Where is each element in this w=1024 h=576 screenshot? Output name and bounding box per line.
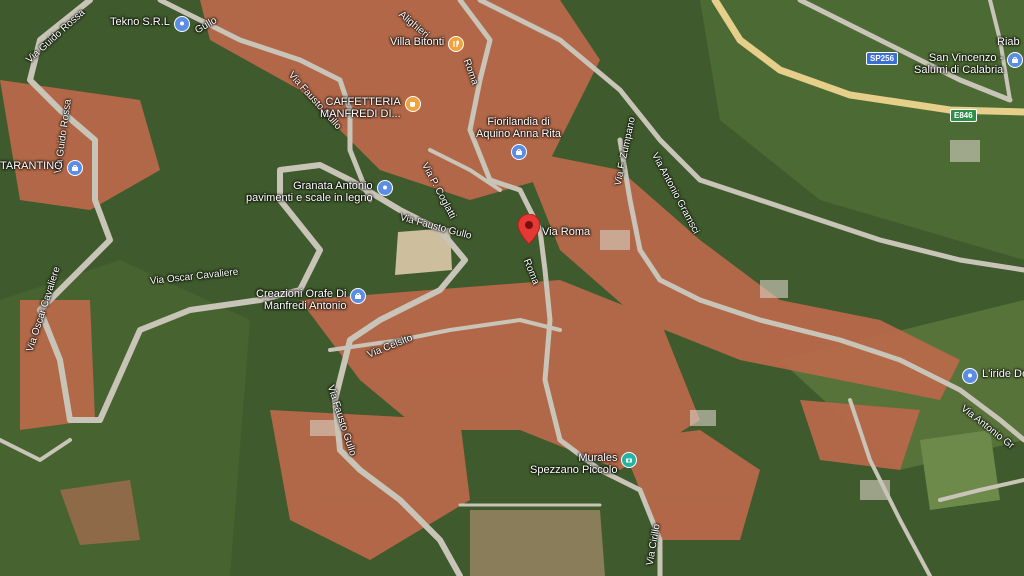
poi-label: Tekno S.R.L — [110, 16, 170, 28]
poi-label: Murales Spezzano Piccolo — [530, 452, 618, 476]
poi-granata[interactable]: Granata Antonio pavimenti e scale in leg… — [246, 180, 393, 204]
poi-label: Fiorilandia di Aquino Anna Rita — [476, 116, 562, 140]
shopping-bag-icon — [510, 144, 527, 160]
poi-label: L'iride De — [982, 368, 1024, 380]
route-shield-sp256: SP256 — [866, 52, 899, 65]
shopping-bag-icon — [66, 160, 83, 176]
location-pin-icon — [962, 368, 978, 384]
poi-caffetteria[interactable]: CAFFETTERIA MANFREDI DI... — [320, 96, 421, 120]
red-location-pin-icon[interactable] — [517, 213, 541, 249]
poi-riab[interactable]: Riab — [997, 36, 1020, 48]
poi-label: Riab — [997, 36, 1020, 48]
poi-murales[interactable]: Murales Spezzano Piccolo — [530, 452, 638, 476]
poi-san-vincenzo[interactable]: San Vincenzo - Salumi di Calabria — [914, 52, 1024, 76]
cafe-icon — [404, 96, 421, 112]
map-imagery — [0, 0, 1024, 576]
poi-label: CAFFETTERIA MANFREDI DI... — [320, 96, 401, 120]
poi-tarantino[interactable]: TARANTINO — [0, 160, 83, 176]
poi-fiorilandia[interactable]: Fiorilandia di Aquino Anna Rita — [476, 116, 561, 160]
poi-label: Creazioni Orafe Di Manfredi Antonio — [256, 288, 347, 312]
poi-label: San Vincenzo - Salumi di Calabria — [914, 52, 1004, 76]
poi-label: TARANTINO — [0, 160, 63, 172]
poi-creazioni[interactable]: Creazioni Orafe Di Manfredi Antonio — [256, 288, 367, 312]
poi-label: Granata Antonio pavimenti e scale in leg… — [246, 180, 373, 204]
location-pin-icon — [173, 16, 190, 32]
satellite-map[interactable]: Via Guido Rossa Via Guido Rossa Via Faus… — [0, 0, 1024, 576]
shopping-bag-icon — [1007, 52, 1024, 68]
poi-liride[interactable]: L'iride De — [962, 368, 1024, 384]
selected-place-label: Via Roma — [542, 226, 591, 238]
poi-label: Villa Bitonti — [390, 36, 445, 48]
poi-tekno[interactable]: Tekno S.R.L — [110, 16, 190, 32]
camera-icon — [621, 452, 638, 468]
field-area — [920, 430, 1000, 510]
sports-field — [470, 510, 605, 576]
restaurant-icon — [448, 36, 465, 52]
route-shield-e846: E846 — [950, 109, 977, 122]
poi-villa-bitonti[interactable]: Villa Bitonti — [390, 36, 465, 52]
shopping-bag-icon — [350, 288, 367, 304]
location-pin-icon — [376, 180, 393, 196]
